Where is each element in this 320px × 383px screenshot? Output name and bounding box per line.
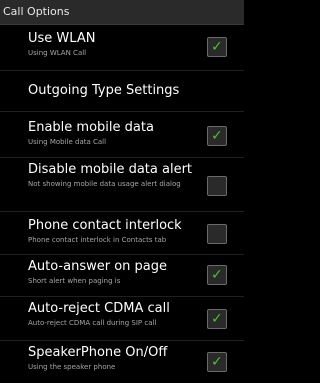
setting-phone-contact-interlock[interactable]: Phone contact interlock Phone contact in… (0, 212, 244, 255)
setting-subtitle: Short alert when paging is (28, 277, 121, 285)
setting-subtitle: Phone contact interlock in Contacts tab (28, 236, 167, 244)
header-bar: Call Options (0, 0, 244, 25)
setting-outgoing-type[interactable]: Outgoing Type Settings (0, 71, 244, 112)
setting-subtitle: Auto-reject CDMA call during SIP call (28, 319, 157, 327)
setting-auto-reject-cdma-call[interactable]: Auto-reject CDMA call Auto-reject CDMA c… (0, 297, 244, 341)
setting-title: Enable mobile data (28, 120, 154, 135)
setting-title: SpeakerPhone On/Off (28, 345, 168, 360)
call-options-list: Use WLAN Using WLAN Call ✓ Outgoing Type… (0, 25, 244, 383)
enable-mobile-data-checkbox[interactable]: ✓ (207, 126, 227, 146)
setting-enable-mobile-data[interactable]: Enable mobile data Using Mobile data Cal… (0, 112, 244, 158)
setting-speakerphone[interactable]: SpeakerPhone On/Off Using the speaker ph… (0, 341, 244, 383)
check-icon: ✓ (211, 311, 223, 327)
setting-title: Outgoing Type Settings (28, 83, 180, 98)
auto-answer-on-page-checkbox[interactable]: ✓ (207, 265, 227, 285)
check-icon: ✓ (211, 39, 223, 55)
setting-subtitle: Using Mobile data Call (28, 138, 107, 146)
setting-subtitle: Using the speaker phone (28, 363, 116, 371)
setting-title: Disable mobile data alert (28, 162, 193, 177)
setting-subtitle: Using WLAN Call (28, 49, 87, 57)
screen-title: Call Options (3, 5, 70, 18)
setting-title: Use WLAN (28, 31, 96, 46)
setting-title: Auto-reject CDMA call (28, 301, 170, 316)
check-icon: ✓ (211, 267, 223, 283)
use-wlan-checkbox[interactable]: ✓ (207, 37, 227, 57)
setting-disable-mobile-data-alert[interactable]: Disable mobile data alert Not showing mo… (0, 158, 244, 212)
setting-auto-answer-on-page[interactable]: Auto-answer on page Short alert when pag… (0, 255, 244, 297)
disable-mobile-data-alert-checkbox[interactable] (207, 176, 227, 196)
setting-title: Auto-answer on page (28, 259, 167, 274)
setting-subtitle: Not showing mobile data usage alert dial… (28, 180, 181, 188)
phone-contact-interlock-checkbox[interactable] (207, 224, 227, 244)
auto-reject-cdma-call-checkbox[interactable]: ✓ (207, 309, 227, 329)
check-icon: ✓ (211, 128, 223, 144)
setting-use-wlan[interactable]: Use WLAN Using WLAN Call ✓ (0, 25, 244, 71)
check-icon: ✓ (211, 354, 223, 370)
setting-title: Phone contact interlock (28, 218, 182, 233)
speakerphone-checkbox[interactable]: ✓ (207, 352, 227, 372)
